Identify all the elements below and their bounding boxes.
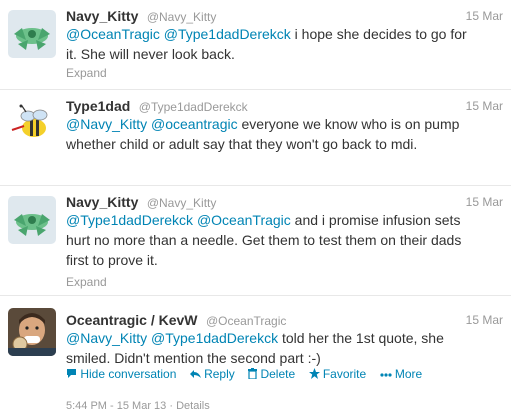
avatar-navy-kitty[interactable] [8,10,56,58]
tweet-time[interactable]: 15 Mar [466,99,503,113]
tweet-text: @OceanTragic @Type1dadDerekck i hope she… [66,24,481,64]
tweet-1[interactable]: Navy_Kitty @Navy_Kitty 15 Mar @OceanTrag… [0,0,511,90]
mention-link[interactable]: @Navy_Kitty [66,116,147,132]
expand-link[interactable]: Expand [66,66,107,80]
mention-link[interactable]: @OceanTragic [197,212,291,228]
author-fullname[interactable]: Type1dad [66,98,130,114]
mention-link[interactable]: @Type1dadDerekck [151,330,278,346]
tweet-3[interactable]: Navy_Kitty @Navy_Kitty 15 Mar @Type1dadD… [0,186,511,296]
turtle-avatar-icon [8,196,56,244]
author-fullname[interactable]: Navy_Kitty [66,194,138,210]
tweet-text: @Navy_Kitty @oceantragic everyone we kno… [66,114,481,154]
delete-button[interactable]: Delete [248,367,298,381]
hide-conversation-button[interactable]: Hide conversation [66,367,180,381]
mention-link[interactable]: @Navy_Kitty [66,330,147,346]
tweet-4-expanded[interactable]: Oceantragic / KevW @OceanTragic 15 Mar @… [0,296,511,415]
more-button[interactable]: More [379,367,423,381]
favorite-label: Favorite [322,367,367,381]
tweet-text: @Navy_Kitty @Type1dadDerekck told her th… [66,328,481,368]
mention-link[interactable]: @Type1dadDerekck [66,212,193,228]
mention-link[interactable]: @Type1dadDerekck [164,26,291,42]
ellipsis-icon [379,373,392,377]
tweet-time[interactable]: 15 Mar [466,195,503,209]
author-username[interactable]: @OceanTragic [206,314,286,328]
tweet-2[interactable]: Type1dad @Type1dadDerekck 15 Mar @Navy_K… [0,90,511,186]
favorite-button[interactable]: Favorite [308,367,370,381]
tweet-text: @Type1dadDerekck @OceanTragic and i prom… [66,210,481,270]
mention-link[interactable]: @OceanTragic [66,26,160,42]
bee-avatar-icon [8,100,56,148]
author-username[interactable]: @Navy_Kitty [147,196,217,210]
avatar-navy-kitty[interactable] [8,196,56,244]
reply-label: Reply [204,367,235,381]
tweet-time[interactable]: 15 Mar [466,9,503,23]
footer-separator: · [169,400,174,412]
tweet-time[interactable]: 15 Mar [466,313,503,327]
reply-icon [189,370,201,378]
trash-icon [248,368,258,379]
more-label: More [394,367,423,381]
speech-bubble-icon [67,369,76,378]
tweet-footer: 5:44 PM - 15 Mar 13 · Details [66,400,210,412]
author-username[interactable]: @Navy_Kitty [147,10,217,24]
avatar-oceantragic[interactable] [8,308,56,356]
author-fullname[interactable]: Navy_Kitty [66,8,138,24]
reply-button[interactable]: Reply [189,367,238,381]
author-username[interactable]: @Type1dadDerekck [139,100,248,114]
delete-label: Delete [260,367,296,381]
expand-link[interactable]: Expand [66,275,107,289]
author-fullname[interactable]: Oceantragic / KevW [66,312,198,328]
star-icon [308,368,320,379]
hide-conversation-label: Hide conversation [80,367,177,381]
tweet-timestamp[interactable]: 5:44 PM - 15 Mar 13 [66,400,166,412]
details-link[interactable]: Details [176,400,210,412]
turtle-avatar-icon [8,10,56,58]
person-avatar-icon [8,308,56,356]
mention-link[interactable]: @oceantragic [151,116,238,132]
avatar-type1dad[interactable] [8,100,56,148]
tweet-actions: Hide conversation Reply Delete Favorite … [66,367,432,381]
